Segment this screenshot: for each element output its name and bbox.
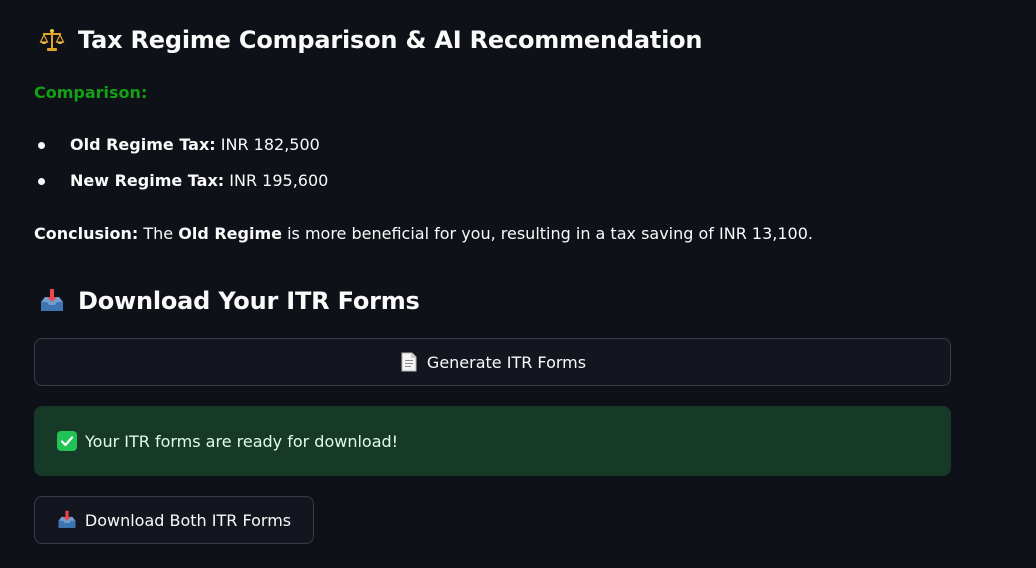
item-value: INR 195,600	[229, 171, 329, 190]
conclusion-post: is more beneficial for you, resulting in…	[287, 224, 813, 243]
generate-itr-forms-button[interactable]: Generate ITR Forms	[34, 338, 951, 386]
item-label: Old Regime Tax:	[70, 135, 216, 154]
conclusion-text: Conclusion: The Old Regime is more benef…	[34, 222, 813, 246]
list-item: Old Regime Tax: INR 182,500	[34, 131, 328, 167]
section-title: Tax Regime Comparison & AI Recommendatio…	[78, 26, 703, 54]
list-item: New Regime Tax: INR 195,600	[34, 167, 328, 203]
success-message: Your ITR forms are ready for download!	[85, 431, 399, 451]
check-mark-icon	[57, 431, 77, 451]
button-label: Download Both ITR Forms	[84, 510, 292, 530]
bullet-dot	[38, 178, 45, 185]
button-label: Generate ITR Forms	[426, 352, 587, 372]
section-heading-comparison: Tax Regime Comparison & AI Recommendatio…	[38, 26, 703, 54]
balance-scale-icon	[38, 26, 66, 54]
section-title: Download Your ITR Forms	[78, 287, 420, 315]
conclusion-pre: The	[143, 224, 174, 243]
app-page: Tax Regime Comparison & AI Recommendatio…	[0, 0, 1036, 568]
section-heading-download: Download Your ITR Forms	[38, 287, 420, 315]
comparison-list: Old Regime Tax: INR 182,500 New Regime T…	[34, 131, 328, 203]
conclusion-emphasis: Old Regime	[178, 224, 282, 243]
inbox-tray-icon	[57, 510, 77, 530]
download-both-itr-forms-button[interactable]: Download Both ITR Forms	[34, 496, 314, 544]
success-alert: Your ITR forms are ready for download!	[34, 406, 951, 476]
bullet-dot	[38, 142, 45, 149]
page-document-icon	[399, 352, 419, 372]
conclusion-label: Conclusion:	[34, 224, 139, 243]
item-value: INR 182,500	[220, 135, 320, 154]
inbox-tray-icon	[38, 287, 66, 315]
item-label: New Regime Tax:	[70, 171, 225, 190]
comparison-label: Comparison:	[34, 83, 148, 102]
